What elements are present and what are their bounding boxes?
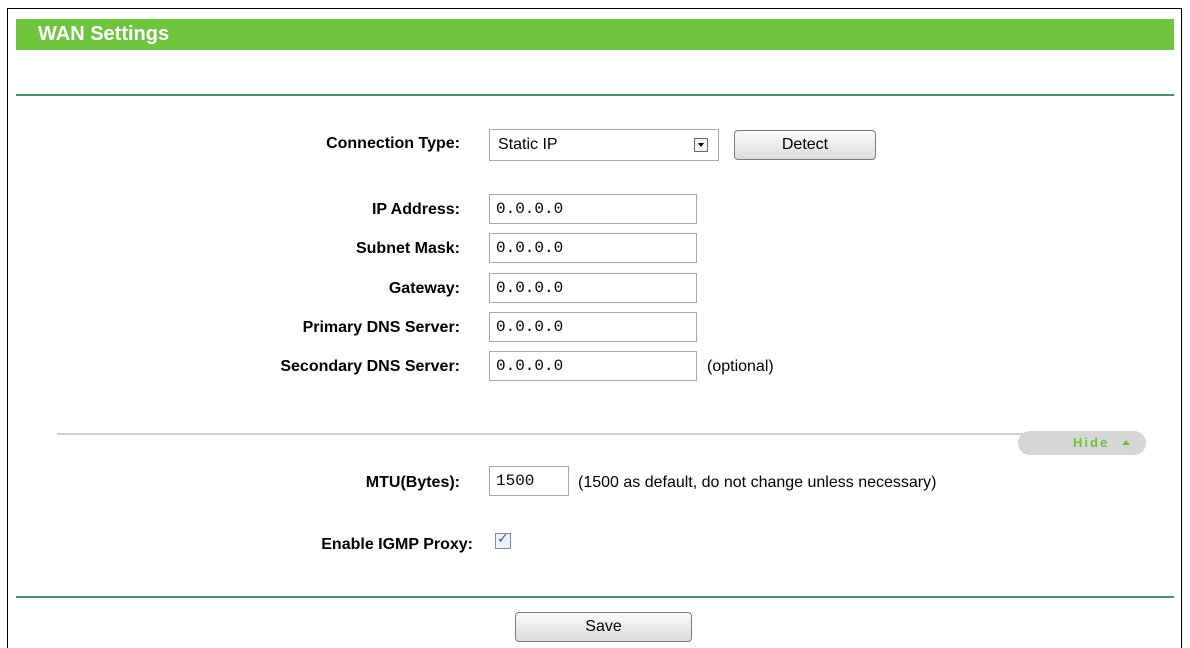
primary-dns-input[interactable]: 0.0.0.0	[489, 312, 697, 342]
optional-note: (optional)	[707, 358, 774, 375]
save-button[interactable]: Save	[515, 612, 692, 642]
section-divider	[57, 433, 1137, 435]
igmp-proxy-checkbox[interactable]	[495, 531, 511, 549]
connection-type-label: Connection Type:	[326, 135, 460, 152]
subnet-mask-input[interactable]: 0.0.0.0	[489, 233, 697, 263]
connection-type-value: Static IP	[498, 136, 558, 153]
igmp-proxy-label: Enable IGMP Proxy:	[321, 536, 473, 553]
connection-type-select[interactable]: Static IP	[489, 129, 719, 161]
secondary-dns-label: Secondary DNS Server:	[280, 358, 460, 375]
gateway-input[interactable]: 0.0.0.0	[489, 273, 697, 303]
bottom-divider	[16, 596, 1174, 598]
ip-address-input[interactable]: 0.0.0.0	[489, 194, 697, 224]
secondary-dns-input[interactable]: 0.0.0.0	[489, 351, 697, 381]
mtu-label: MTU(Bytes):	[365, 474, 460, 491]
detect-button[interactable]: Detect	[734, 130, 876, 160]
mtu-note: (1500 as default, do not change unless n…	[578, 474, 937, 491]
primary-dns-label: Primary DNS Server:	[302, 319, 460, 336]
top-divider	[16, 94, 1174, 96]
chevron-up-icon	[1122, 440, 1130, 445]
hide-toggle[interactable]: Hide	[1018, 431, 1146, 455]
ip-address-label: IP Address:	[371, 201, 460, 218]
gateway-label: Gateway:	[388, 280, 460, 297]
chevron-down-icon[interactable]	[694, 138, 708, 152]
mtu-input[interactable]: 1500	[489, 466, 569, 496]
page-title: WAN Settings	[16, 19, 1174, 50]
hide-toggle-label: Hide	[1073, 435, 1110, 450]
subnet-mask-label: Subnet Mask:	[355, 240, 460, 257]
